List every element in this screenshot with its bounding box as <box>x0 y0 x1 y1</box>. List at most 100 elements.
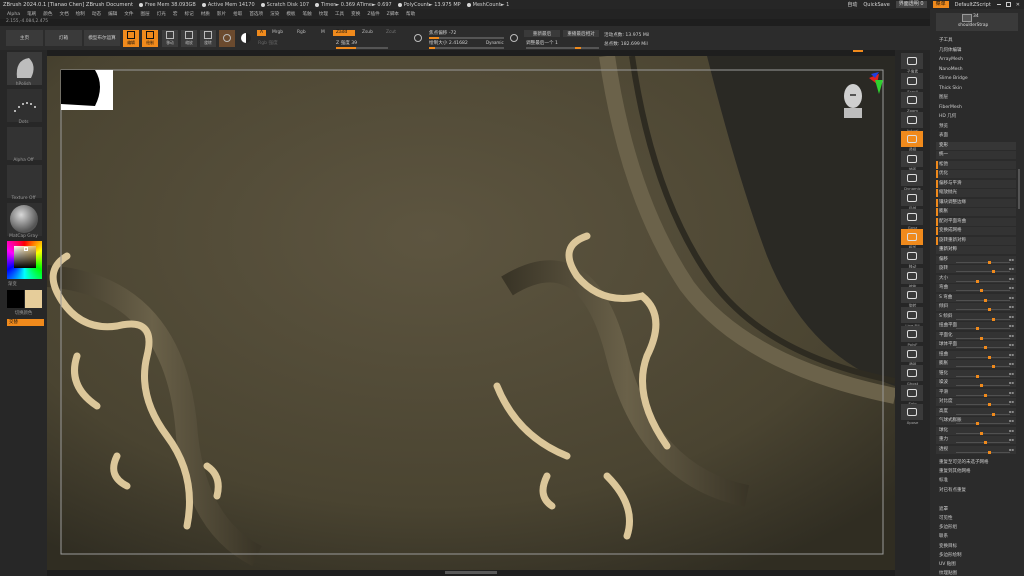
row-slider-knob[interactable] <box>984 441 987 444</box>
row-slider-track[interactable] <box>956 366 1010 367</box>
palette-row[interactable]: HD 几何 <box>936 113 1016 121</box>
symmetry-button[interactable] <box>508 32 520 44</box>
menu-item[interactable]: Alpha <box>7 12 20 17</box>
palette-row[interactable]: ArrayMesh <box>936 56 1016 64</box>
view-button[interactable] <box>901 150 923 167</box>
palette-row[interactable]: 偏移与平滑 <box>936 179 1016 188</box>
palette-row[interactable]: 平面化 ▪▪ <box>936 331 1016 340</box>
palette-row[interactable]: 大小 ▪▪ <box>936 274 1016 283</box>
maximize-icon[interactable] <box>1005 2 1011 7</box>
row-slider-track[interactable] <box>956 280 1010 282</box>
view-button[interactable] <box>901 170 923 186</box>
palette-row[interactable]: 子工具 <box>936 37 1016 45</box>
axis-toggle-icon[interactable]: ▪▪ <box>1009 341 1014 349</box>
row-slider-track[interactable] <box>956 328 1010 329</box>
view-button[interactable] <box>901 384 923 401</box>
palette-row[interactable]: 预览 <box>936 123 1016 131</box>
axis-toggle-icon[interactable]: ▪▪ <box>1009 322 1014 330</box>
home-page-button[interactable]: 主页 <box>6 30 43 46</box>
m-toggle[interactable]: M <box>318 30 328 36</box>
lightbox-button[interactable]: 灯箱 <box>45 30 82 46</box>
axis-toggle-icon[interactable]: ▪▪ <box>1009 256 1014 264</box>
focal-shift-track[interactable] <box>429 37 504 39</box>
axis-toggle-icon[interactable]: ▪▪ <box>1009 360 1014 368</box>
menu-item[interactable]: 编辑 <box>108 11 117 17</box>
alpha-thumbnail[interactable] <box>7 127 42 160</box>
palette-row[interactable]: 扭曲平面 ▪▪ <box>936 322 1016 330</box>
row-slider-knob[interactable] <box>976 422 979 425</box>
palette-row[interactable]: 球体平面 ▪▪ <box>936 341 1016 349</box>
material-thumbnail[interactable] <box>7 203 42 236</box>
palette-row[interactable]: 变换目标 <box>936 543 1016 551</box>
axis-toggle-icon[interactable]: ▪▪ <box>1009 379 1014 387</box>
palette-row[interactable]: 膨胀 <box>936 208 1016 216</box>
rotate-mode-button[interactable]: 旋转 <box>200 30 216 47</box>
row-slider-knob[interactable] <box>988 260 991 264</box>
row-slider-knob[interactable] <box>988 355 991 359</box>
palette-row[interactable]: 弯曲 ▪▪ <box>936 284 1016 292</box>
palette-row[interactable]: 旋转 ▪▪ <box>936 265 1016 273</box>
row-slider-knob[interactable] <box>988 403 991 406</box>
zcut-toggle[interactable]: Zcut <box>383 30 399 36</box>
palette-row[interactable]: 高度 ▪▪ <box>936 407 1016 416</box>
ui-transparency-slider[interactable]: 界面透明 0 <box>895 1 927 8</box>
row-slider-knob[interactable] <box>976 279 979 283</box>
axis-toggle-icon[interactable]: ▪▪ <box>1009 332 1014 340</box>
palette-row[interactable]: Thick Skin <box>936 85 1016 93</box>
color-picker-cursor[interactable] <box>24 247 28 251</box>
palette-row[interactable]: 变换成网格 <box>936 227 1016 235</box>
adjust-last-track[interactable] <box>526 47 599 49</box>
zsub-toggle[interactable]: Zsub <box>359 30 376 36</box>
sculpt-viewport[interactable] <box>47 56 895 570</box>
view-button[interactable] <box>901 228 923 245</box>
rgb-intensity-label[interactable]: Rgb 强度 <box>258 40 278 46</box>
palette-row[interactable]: 重力 ▪▪ <box>936 436 1016 444</box>
row-slider-track[interactable] <box>956 290 1010 291</box>
document-canvas[interactable] <box>47 56 895 570</box>
view-button[interactable] <box>901 72 923 89</box>
menu-item[interactable]: 模板 <box>286 11 295 17</box>
palette-row[interactable]: 可见性 <box>936 515 1016 523</box>
menu-item[interactable]: 影片 <box>217 11 226 17</box>
axis-toggle-icon[interactable]: ▪▪ <box>1009 398 1014 406</box>
row-slider-knob[interactable] <box>992 365 995 368</box>
view-button[interactable] <box>901 365 923 381</box>
palette-row[interactable]: 透视 ▪▪ <box>936 445 1016 454</box>
menu-item[interactable]: Z插件 <box>367 11 379 17</box>
palette-row[interactable]: S 倾斜 ▪▪ <box>936 312 1016 321</box>
adjust-last-slider[interactable]: 调整最后一个 1 <box>526 40 558 46</box>
palette-row[interactable]: 重复到其他网格 <box>936 468 1016 476</box>
axis-toggle-icon[interactable]: ▪▪ <box>1009 446 1014 454</box>
row-slider-track[interactable] <box>956 432 1010 434</box>
row-slider-track[interactable] <box>956 423 1010 424</box>
palette-row[interactable]: S 弯曲 ▪▪ <box>936 293 1016 302</box>
draw-size-track[interactable] <box>429 47 504 49</box>
menu-item[interactable]: 绘制 <box>76 11 85 17</box>
view-button[interactable] <box>901 92 923 108</box>
palette-row[interactable]: NanoMesh <box>936 66 1016 74</box>
palette-row[interactable]: 球化 ▪▪ <box>936 426 1016 435</box>
zadd-toggle[interactable]: Zadd <box>333 30 355 36</box>
row-slider-knob[interactable] <box>992 412 995 416</box>
view-button[interactable] <box>901 404 923 420</box>
gradient-mode-button[interactable] <box>238 30 254 47</box>
palette-row[interactable]: 优化 <box>936 170 1016 178</box>
axis-toggle-icon[interactable]: ▪▪ <box>1009 313 1014 321</box>
view-button[interactable] <box>901 111 923 128</box>
scale-mode-button[interactable]: 缩放 <box>181 30 197 47</box>
shelf-scroll-indicator[interactable] <box>853 50 863 52</box>
texture-thumbnail[interactable] <box>7 165 42 198</box>
move-mode-button[interactable]: 移动 <box>162 30 178 47</box>
menu-item[interactable]: 帮助 <box>406 11 415 17</box>
menu-item[interactable]: 文件 <box>124 11 133 17</box>
palette-row[interactable]: 配对平面弯曲 <box>936 217 1016 226</box>
axis-toggle-icon[interactable]: ▪▪ <box>1009 265 1014 273</box>
mrgb-toggle[interactable]: Mrgb <box>269 30 286 36</box>
palette-row[interactable]: FiberMesh <box>936 104 1016 112</box>
replay-last-button[interactable]: 重新最后 <box>524 30 560 37</box>
axis-toggle-icon[interactable]: ▪▪ <box>1009 436 1014 444</box>
menu-item[interactable]: 标记 <box>185 11 194 17</box>
row-slider-track[interactable] <box>956 413 1010 415</box>
palette-row[interactable]: Slime Bridge <box>936 75 1016 83</box>
palette-row[interactable]: 纹理贴图 <box>936 570 1016 576</box>
